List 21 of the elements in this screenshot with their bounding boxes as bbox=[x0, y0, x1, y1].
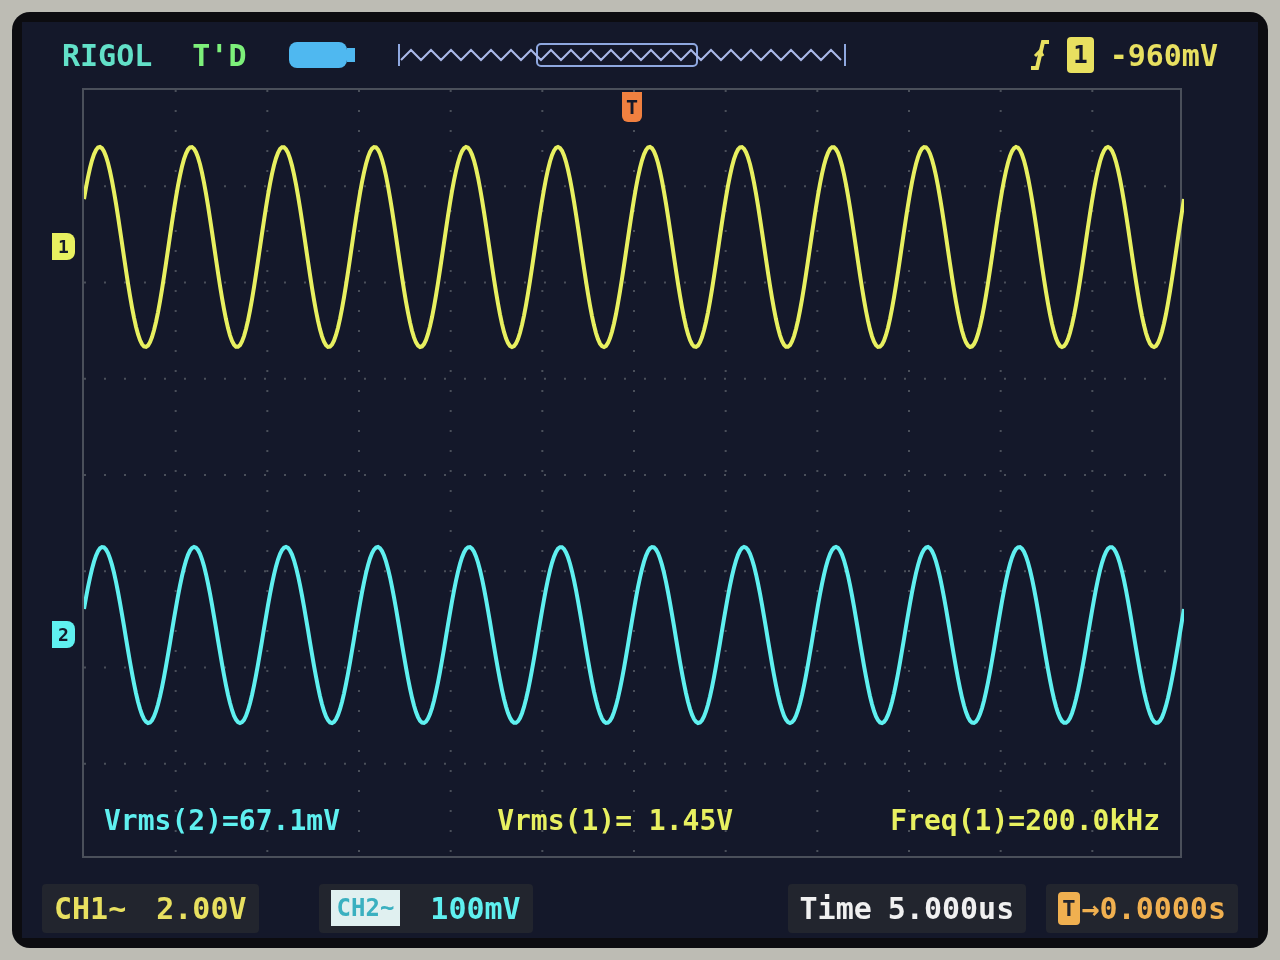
memory-waveform-icon bbox=[396, 40, 847, 70]
trigger-source-badge: 1 bbox=[1067, 37, 1094, 73]
channel-marker: 1 bbox=[52, 233, 75, 260]
brand-label: RIGOL bbox=[62, 36, 153, 75]
measurement-readout: Freq(1)=200.0kHz bbox=[890, 803, 1160, 839]
channel-marker: 2 bbox=[52, 621, 75, 648]
channel-label: CH1~ bbox=[54, 889, 127, 928]
run-status: T'D bbox=[192, 36, 247, 75]
time-per-division: 5.000us bbox=[887, 889, 1015, 928]
battery-icon bbox=[286, 40, 357, 70]
trigger-level: -960mV bbox=[1109, 36, 1218, 75]
trigger-position-marker: T bbox=[622, 92, 643, 122]
volts-per-division: 2.00V bbox=[156, 889, 247, 928]
trigger-offset-badge: T bbox=[1058, 891, 1080, 925]
channel-label: CH2~ bbox=[330, 890, 401, 926]
trigger-offset-value: →0.0000s bbox=[1081, 889, 1226, 928]
volts-per-division: 100mV bbox=[430, 889, 521, 928]
trigger-edge-icon bbox=[1029, 40, 1052, 70]
measurement-readout: Vrms(2)=67.1mV bbox=[104, 803, 340, 839]
measurement-readout: Vrms(1)= 1.45V bbox=[497, 803, 734, 839]
timebase-label: Time bbox=[799, 889, 872, 928]
